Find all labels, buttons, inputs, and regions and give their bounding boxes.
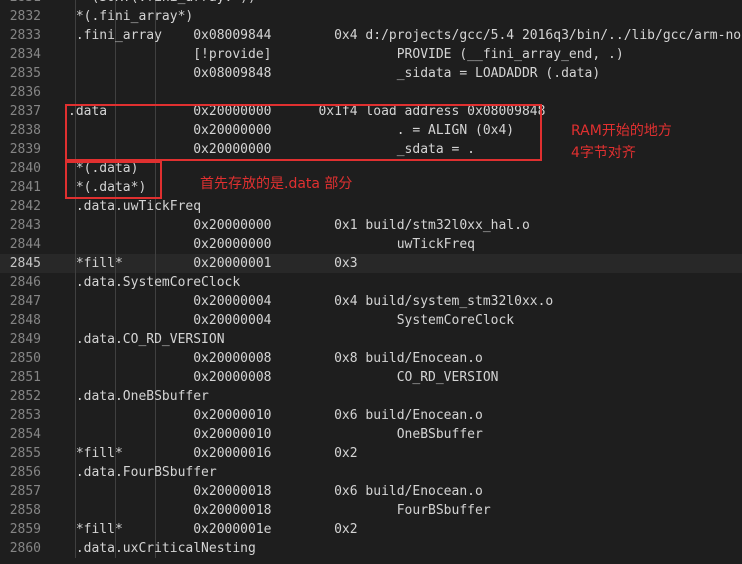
line-number: 2859 [9,522,41,537]
line-number: 2850 [9,351,41,366]
line-number: 2846 [9,275,41,290]
line-text: .data.uxCriticalNesting [68,541,256,556]
line-text: 0x20000018 0x6 build/Enocean.o [68,484,483,499]
ram-start-highlight-box [65,104,542,161]
code-line[interactable]: 2835 0x08009848 _sidata = LOADADDR (.dat… [0,64,742,83]
line-number: 2843 [9,218,41,233]
line-text: 0x20000008 CO_RD_VERSION [68,370,499,385]
code-editor[interactable]: 2831 (SORT(.fini_array.*))2832 *(.fini_a… [0,0,742,564]
data-section-note: 首先存放的是.data 部分 [200,176,353,192]
line-text: 0x20000000 0x1 build/stm32l0xx_hal.o [68,218,530,233]
code-line[interactable]: 2847 0x20000004 0x4 build/system_stm32l0… [0,292,742,311]
line-text: 0x20000004 0x4 build/system_stm32l0xx.o [68,294,554,309]
line-text: 0x20000000 uwTickFreq [68,237,475,252]
code-line[interactable]: 2846 .data.SystemCoreClock [0,273,742,292]
code-line[interactable]: 2853 0x20000010 0x6 build/Enocean.o [0,406,742,425]
code-line[interactable]: 2833 .fini_array 0x08009844 0x4 d:/proje… [0,26,742,45]
line-number: 2856 [9,465,41,480]
line-number: 2838 [9,123,41,138]
line-text: *fill* 0x20000016 0x2 [68,446,358,461]
code-line[interactable]: 2852 .data.OneBSbuffer [0,387,742,406]
line-number: 2835 [9,66,41,81]
code-line[interactable]: 2831 (SORT(.fini_array.*)) [0,0,742,7]
line-number: 2855 [9,446,41,461]
ram-start-note-line2: 4字节对齐 [571,145,636,161]
code-line[interactable]: 2855 *fill* 0x20000016 0x2 [0,444,742,463]
line-number: 2849 [9,332,41,347]
line-number: 2837 [9,104,41,119]
indent-guide [75,83,76,102]
line-number: 2852 [9,389,41,404]
code-line[interactable]: 2849 .data.CO_RD_VERSION [0,330,742,349]
line-text: (SORT(.fini_array.*)) [68,0,255,7]
line-number: 2834 [9,47,41,62]
line-text: .data.OneBSbuffer [68,389,209,404]
code-line[interactable]: 2844 0x20000000 uwTickFreq [0,235,742,254]
ram-start-note-line1: RAM开始的地方 [571,123,672,139]
line-text: *(.fini_array*) [68,9,194,24]
line-number: 2853 [9,408,41,423]
line-text: *fill* 0x20000001 0x3 [68,256,358,271]
line-number: 2831 [0,0,41,7]
line-number: 2840 [9,161,41,176]
code-line[interactable]: 2851 0x20000008 CO_RD_VERSION [0,368,742,387]
line-text: 0x20000010 OneBSbuffer [68,427,483,442]
code-line[interactable]: 2859 *fill* 0x2000001e 0x2 [0,520,742,539]
line-number: 2844 [9,237,41,252]
code-line[interactable]: 2860 .data.uxCriticalNesting [0,539,742,558]
line-text: 0x20000004 SystemCoreClock [68,313,515,328]
line-number: 2848 [9,313,41,328]
line-text: .fini_array 0x08009844 0x4 d:/projects/g… [68,28,742,43]
line-number: 2839 [9,142,41,157]
line-number: 2845 [9,256,41,271]
line-text: .data.FourBSbuffer [68,465,217,480]
data-section-highlight-box [65,161,162,199]
code-line[interactable]: 2845 *fill* 0x20000001 0x3 [0,254,742,273]
line-number: 2842 [9,199,41,214]
code-line[interactable]: 2842 .data.uwTickFreq [0,197,742,216]
line-text: *fill* 0x2000001e 0x2 [68,522,358,537]
code-line[interactable]: 2843 0x20000000 0x1 build/stm32l0xx_hal.… [0,216,742,235]
code-line[interactable]: 2856 .data.FourBSbuffer [0,463,742,482]
line-number: 2858 [9,503,41,518]
line-number: 2836 [9,85,41,100]
line-number: 2833 [9,28,41,43]
code-line[interactable]: 2832 *(.fini_array*) [0,7,742,26]
code-line[interactable]: 2858 0x20000018 FourBSbuffer [0,501,742,520]
code-line[interactable]: 2850 0x20000008 0x8 build/Enocean.o [0,349,742,368]
line-text: 0x20000008 0x8 build/Enocean.o [68,351,483,366]
line-number: 2832 [9,9,41,24]
line-text: [!provide] PROVIDE (__fini_array_end, .) [68,47,624,62]
line-number: 2860 [9,541,41,556]
code-line[interactable]: 2836 [0,83,742,102]
indent-guide [115,83,116,102]
line-text: .data.uwTickFreq [68,199,202,214]
line-number: 2847 [9,294,41,309]
code-lines: 2831 (SORT(.fini_array.*))2832 *(.fini_a… [0,0,742,558]
code-line[interactable]: 2848 0x20000004 SystemCoreClock [0,311,742,330]
line-number: 2851 [9,370,41,385]
code-line[interactable]: 2854 0x20000010 OneBSbuffer [0,425,742,444]
line-text: .data.SystemCoreClock [68,275,241,290]
line-text: 0x20000018 FourBSbuffer [68,503,491,518]
line-number: 2841 [9,180,41,195]
code-line[interactable]: 2834 [!provide] PROVIDE (__fini_array_en… [0,45,742,64]
line-number: 2857 [9,484,41,499]
line-text: 0x08009848 _sidata = LOADADDR (.data) [68,66,601,81]
line-text: 0x20000010 0x6 build/Enocean.o [68,408,483,423]
code-line[interactable]: 2857 0x20000018 0x6 build/Enocean.o [0,482,742,501]
line-text: .data.CO_RD_VERSION [68,332,225,347]
indent-guide [155,83,156,102]
line-number: 2854 [9,427,41,442]
